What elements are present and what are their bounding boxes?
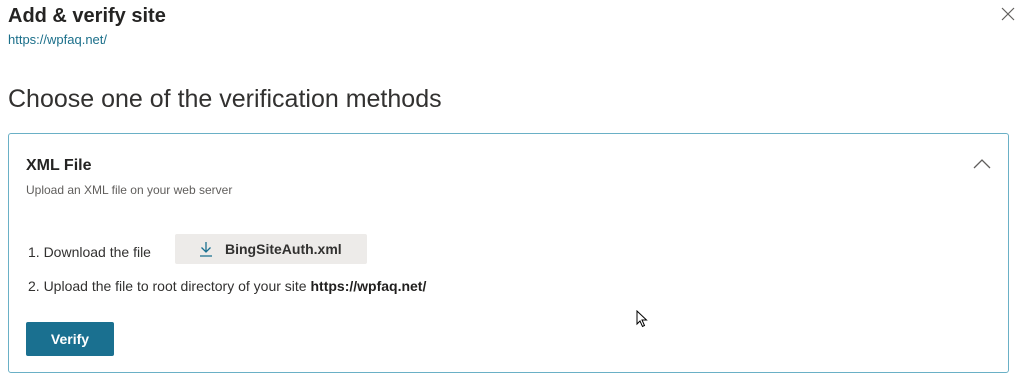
download-icon [199,241,213,257]
method-description: Upload an XML file on your web server [26,183,233,197]
download-file-button[interactable]: BingSiteAuth.xml [175,234,367,264]
step-upload-url: https://wpfaq.net/ [310,278,427,294]
dialog-title: Add & verify site [8,5,166,27]
section-heading: Choose one of the verification methods [8,85,442,113]
download-file-label: BingSiteAuth.xml [225,241,342,257]
add-verify-site-dialog: Add & verify site https://wpfaq.net/ Cho… [0,0,1024,390]
verify-button[interactable]: Verify [26,322,114,356]
method-title[interactable]: XML File [26,156,92,176]
close-icon[interactable] [1000,6,1016,22]
step-upload-text: 2. Upload the file to root directory of … [28,278,307,294]
step-upload-instruction: 2. Upload the file to root directory of … [28,277,426,295]
chevron-up-icon[interactable] [972,154,992,174]
xml-file-method-panel: XML File Upload an XML file on your web … [8,133,1009,373]
step-download-label: 1. Download the file [28,244,151,260]
mouse-pointer-icon [636,309,648,328]
site-url: https://wpfaq.net/ [8,32,108,47]
